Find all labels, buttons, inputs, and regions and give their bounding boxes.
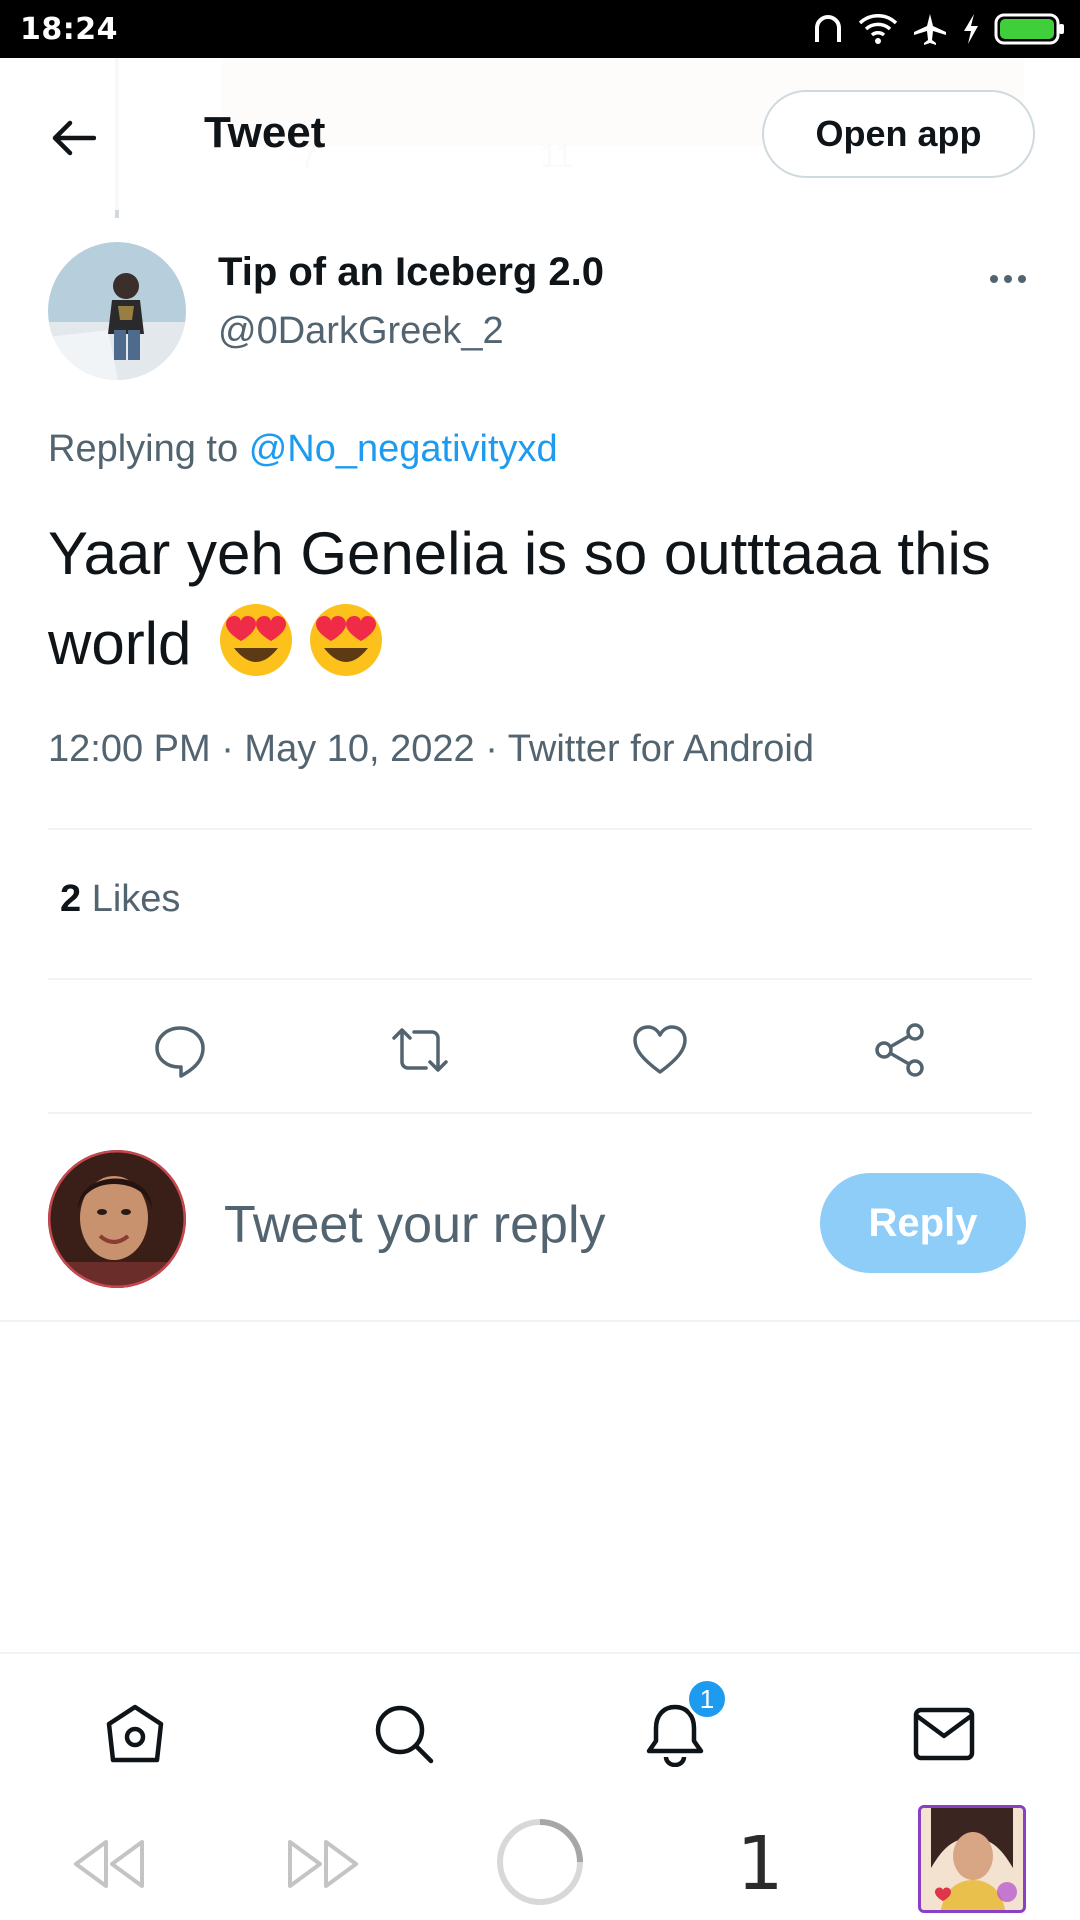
likes-count[interactable]: 2 Likes [60,878,180,921]
search-icon [375,1705,434,1764]
divider [48,978,1032,980]
share-action-button[interactable] [866,1016,934,1084]
nav-home[interactable] [95,1694,175,1774]
nav-search[interactable] [364,1694,444,1774]
heart-eyes-emoji [310,604,383,676]
author-handle[interactable]: @0DarkGreek_2 [218,310,504,353]
more-dot-icon [1018,275,1026,283]
back-button[interactable] [44,110,104,166]
loading-ring-icon [497,1819,583,1905]
status-time: 18:24 [20,12,118,47]
like-action-button[interactable] [626,1016,694,1084]
tweet-timestamp[interactable]: 12:00 PM · May 10, 2022 · Twitter for An… [48,728,814,771]
likes-number: 2 [60,878,82,920]
page-title: Tweet [204,108,326,157]
browser-profile-thumbnail[interactable] [918,1805,1026,1913]
tweet-actions [48,1008,1032,1092]
browser-home-button[interactable] [494,1814,586,1910]
reply-input[interactable] [224,1190,784,1260]
fast-forward-icon [288,1840,358,1888]
back-arrow-icon [52,120,96,156]
more-dot-icon [1004,275,1012,283]
replying-to-mention[interactable]: @No_negativityxd [249,428,558,470]
bottom-nav: 1 [0,1652,1080,1802]
tweet-text: Yaar yeh Genelia is so outttaaa this wor… [48,520,991,677]
author-name[interactable]: Tip of an Iceberg 2.0 [218,250,604,295]
heart-icon [633,1025,687,1074]
reply-button[interactable]: Reply [820,1173,1026,1273]
heart-eyes-emoji [220,604,293,676]
messages-icon [913,1707,975,1761]
reply-icon [155,1026,205,1078]
browser-forward-button[interactable] [284,1824,364,1904]
home-icon [106,1704,164,1763]
battery-icon [994,12,1066,46]
more-options-button[interactable] [980,262,1036,296]
current-user-avatar[interactable] [48,1150,186,1288]
top-app-bar: Tweet Open app [0,58,1080,210]
replying-prefix: Replying to [48,428,239,470]
notification-badge: 1 [686,1678,728,1720]
tweet-body: Yaar yeh Genelia is so outttaaa this wor… [48,512,1038,686]
nav-messages[interactable] [904,1694,984,1774]
rewind-icon [74,1840,144,1888]
likes-label: Likes [91,878,181,920]
airplane-icon [912,12,948,46]
status-icons [812,8,1066,50]
browser-back-button[interactable] [68,1824,148,1904]
browser-tab-count[interactable]: 1 [730,1821,790,1907]
status-bar: 18:24 [0,0,1080,58]
headphones-icon [812,12,844,46]
divider [48,828,1032,830]
divider [0,1320,1080,1322]
more-dot-icon [990,275,998,283]
charging-icon [962,13,980,45]
author-avatar[interactable] [48,242,186,380]
share-icon [875,1023,924,1077]
divider [48,1112,1032,1114]
replying-to-line: Replying to @No_negativityxd [48,428,558,471]
retweet-action-button[interactable] [386,1016,454,1084]
open-app-button[interactable]: Open app [762,90,1035,178]
reply-action-button[interactable] [146,1016,214,1084]
wifi-icon [858,13,898,45]
retweet-icon [392,1028,448,1072]
